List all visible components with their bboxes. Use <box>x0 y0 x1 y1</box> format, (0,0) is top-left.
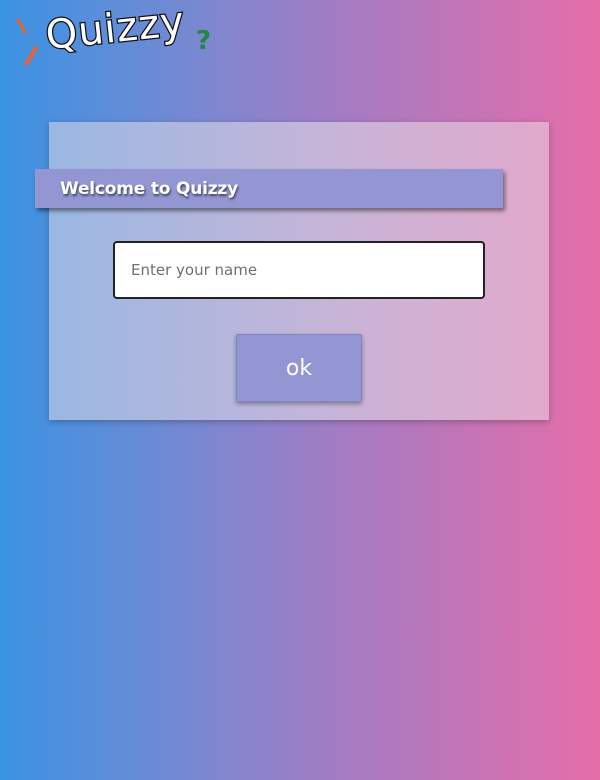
name-input[interactable] <box>113 241 485 299</box>
welcome-banner: Welcome to Quizzy <box>35 169 503 208</box>
logo-question-mark-icon: ? <box>196 26 212 56</box>
logo-spark-icon <box>15 17 28 35</box>
welcome-title: Welcome to Quizzy <box>60 178 238 199</box>
logo-text: Quizzy <box>42 0 188 60</box>
ok-button[interactable]: ok <box>236 334 362 402</box>
quizzy-logo: Quizzy ? <box>14 0 224 74</box>
logo-spark-icon <box>23 45 39 67</box>
